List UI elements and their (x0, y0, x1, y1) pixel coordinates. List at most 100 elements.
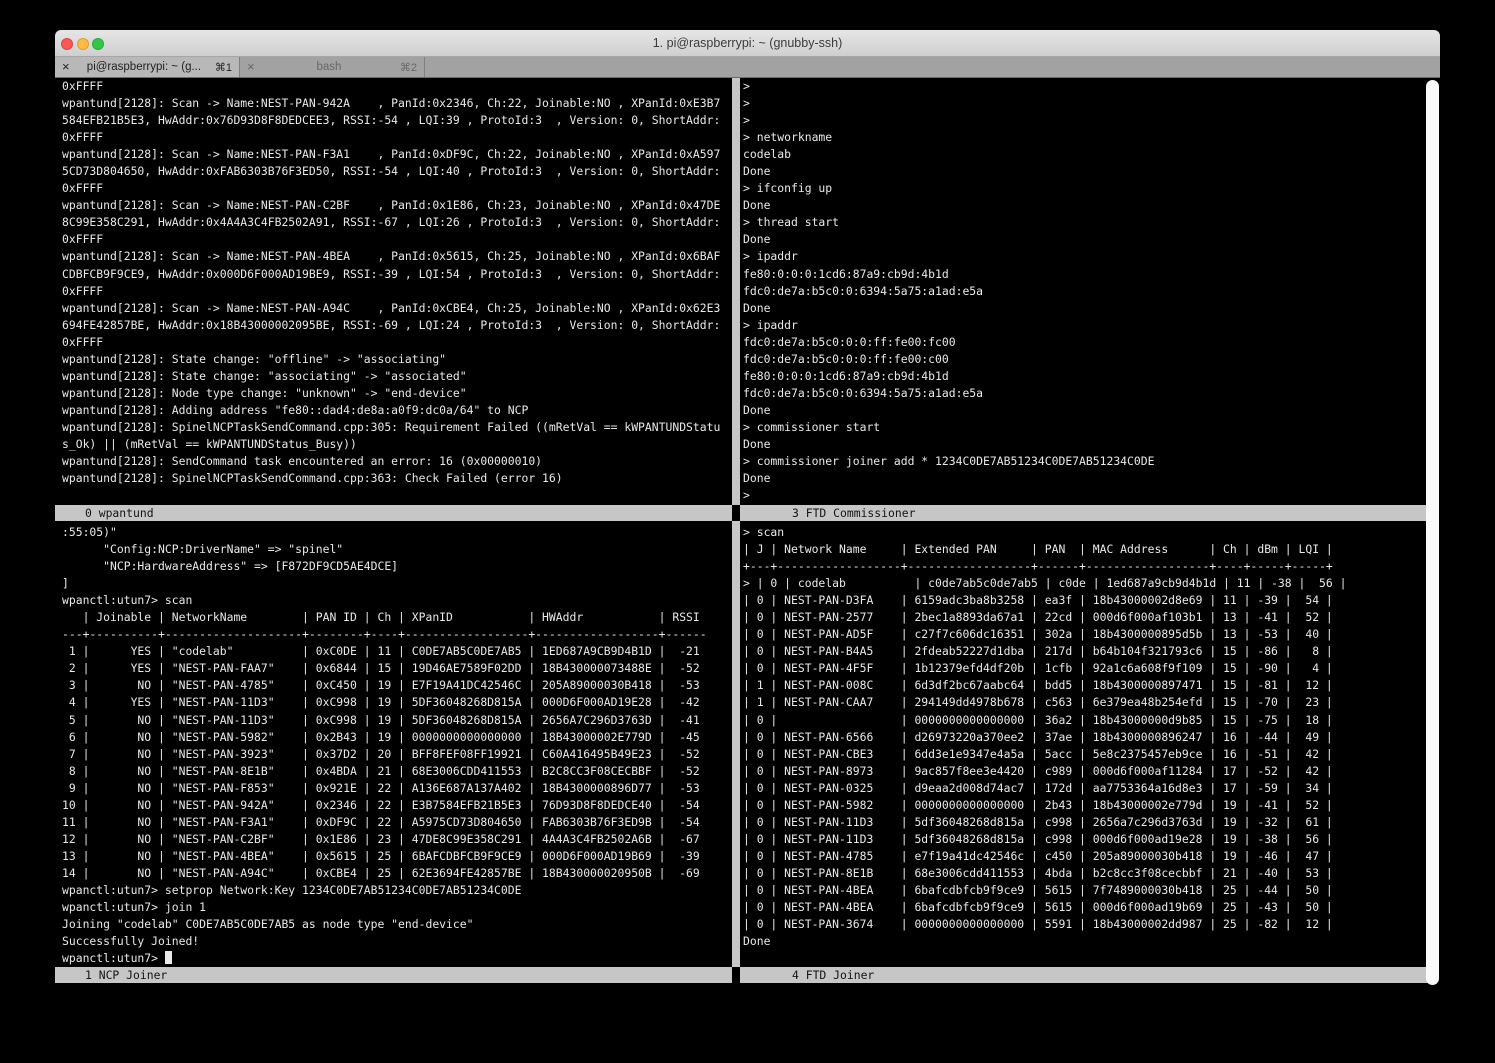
terminal-line: > ipaddr (743, 248, 1440, 265)
pane-status-ftd-joiner: 4 FTD Joiner (740, 967, 1437, 983)
terminal-line: | 0 | NEST-PAN-5982 | 0000000000000000 |… (743, 797, 1440, 814)
terminal-line: 8C99E358C291, HwAddr:0x4A4A3C4FB2502A91,… (62, 214, 732, 231)
terminal-line: fe80:0:0:0:1cd6:87a9:cb9d:4b1d (743, 368, 1440, 385)
close-tab-icon[interactable]: × (247, 57, 262, 77)
terminal-line: | 0 | NEST-PAN-11D3 | 5df36048268d815a |… (743, 831, 1440, 848)
terminal-line: 14 | NO | "NEST-PAN-A94C" | 0xCBE4 | 25 … (62, 865, 732, 882)
terminal-line: +---+------------------+----------------… (743, 558, 1440, 575)
prompt-line: wpanctl:utun7> (62, 950, 732, 967)
terminal-line: wpantund[2128]: Adding address "fe80::da… (62, 402, 732, 419)
terminal-line: | J | Network Name | Extended PAN | PAN … (743, 541, 1440, 558)
terminal-line: | 0 | NEST-PAN-CBE3 | 6dd3e1e9347e4a5a |… (743, 746, 1440, 763)
terminal-line: 2 | YES | "NEST-PAN-FAA7" | 0x6844 | 15 … (62, 660, 732, 677)
tab-shortcut: ⌘2 (400, 61, 417, 74)
tab-bar: × pi@raspberrypi: ~ (g... ⌘1 × bash ⌘2 (55, 57, 1440, 78)
terminal-line: ] (62, 575, 732, 592)
terminal-line: 13 | NO | "NEST-PAN-4BEA" | 0x5615 | 25 … (62, 848, 732, 865)
terminal-line: wpantund[2128]: SpinelNCPTaskSendCommand… (62, 470, 732, 487)
terminal-line: wpantund[2128]: Scan -> Name:NEST-PAN-A9… (62, 300, 732, 317)
terminal-line: fdc0:de7a:b5c0:0:6394:5a75:a1ad:e5a (743, 385, 1440, 402)
terminal-line: wpantund[2128]: SendCommand task encount… (62, 453, 732, 470)
terminal-line: wpantund[2128]: State change: "associati… (62, 368, 732, 385)
terminal-line: | 0 | NEST-PAN-6566 | d26973220a370ee2 |… (743, 729, 1440, 746)
terminal-line: 0xFFFF (62, 78, 732, 95)
terminal-line: | 0 | NEST-PAN-2577 | 2bec1a8893da67a1 |… (743, 609, 1440, 626)
terminal-line: wpantund[2128]: State change: "offline" … (62, 351, 732, 368)
terminal-line: > thread start (743, 214, 1440, 231)
terminal-line: | 0 | NEST-PAN-8E1B | 68e3006cdd411553 |… (743, 865, 1440, 882)
terminal-line: 1 | YES | "codelab" | 0xC0DE | 11 | C0DE… (62, 643, 732, 660)
terminal-line: | 1 | NEST-PAN-CAA7 | 294149dd4978b678 |… (743, 694, 1440, 711)
terminal-line: 12 | NO | "NEST-PAN-C2BF" | 0x1E86 | 23 … (62, 831, 732, 848)
terminal-cursor (165, 951, 172, 964)
terminal-line: 10 | NO | "NEST-PAN-942A" | 0x2346 | 22 … (62, 797, 732, 814)
terminal-line: :55:05)" (62, 524, 732, 541)
terminal-line: 0xFFFF (62, 334, 732, 351)
terminal-line: codelab (743, 146, 1440, 163)
terminal-line: > ipaddr (743, 317, 1440, 334)
terminal-line: 6 | NO | "NEST-PAN-5982" | 0x2B43 | 19 |… (62, 729, 732, 746)
close-tab-icon[interactable]: × (62, 57, 77, 77)
pane-ftd-commissioner[interactable]: >>>> networknamecodelabDone> ifconfig up… (740, 78, 1440, 505)
terminal-line: wpantund[2128]: Scan -> Name:NEST-PAN-C2… (62, 197, 732, 214)
terminal-line: wpantund[2128]: SpinelNCPTaskSendCommand… (62, 419, 732, 436)
terminal-line: wpantund[2128]: Scan -> Name:NEST-PAN-F3… (62, 146, 732, 163)
terminal-line: 4 | YES | "NEST-PAN-11D3" | 0xC998 | 19 … (62, 694, 732, 711)
terminal-line: Done (743, 300, 1440, 317)
terminal-content: 0xFFFFwpantund[2128]: Scan -> Name:NEST-… (55, 78, 1440, 1063)
terminal-line: | 0 | NEST-PAN-4785 | e7f19a41dc42546c |… (743, 848, 1440, 865)
terminal-line: 5CD73D804650, HwAddr:0xFAB6303B76F3ED50,… (62, 163, 732, 180)
pane-ftd-joiner[interactable]: > scan| J | Network Name | Extended PAN … (740, 524, 1440, 967)
terminal-line: | 1 | NEST-PAN-008C | 6d3df2bc67aabc64 |… (743, 677, 1440, 694)
terminal-line: > networkname (743, 129, 1440, 146)
terminal-line: > (743, 112, 1440, 129)
terminal-line: s_Ok) || (mRetVal == kWPANTUNDStatus_Bus… (62, 436, 732, 453)
terminal-line: wpanctl:utun7> scan (62, 592, 732, 609)
terminal-line: "NCP:HardwareAddress" => [F872DF9CD5AE4D… (62, 558, 732, 575)
terminal-line: CDBFCB9F9CE9, HwAddr:0x000D6F000AD19BE9,… (62, 266, 732, 283)
scrollbar-thumb[interactable] (1426, 80, 1439, 985)
terminal-line: Successfully Joined! (62, 933, 732, 950)
pane-divider-top[interactable] (732, 78, 740, 505)
terminal-line: fdc0:de7a:b5c0:0:0:ff:fe00:fc00 (743, 334, 1440, 351)
terminal-line: | 0 | NEST-PAN-0325 | d9eaa2d008d74ac7 |… (743, 780, 1440, 797)
tab-ssh-session[interactable]: × pi@raspberrypi: ~ (g... ⌘1 (55, 57, 240, 77)
pane-ncp-joiner[interactable]: :55:05)" "Config:NCP:DriverName" => "spi… (55, 524, 732, 967)
terminal-line: > commissioner joiner add * 1234C0DE7AB5… (743, 453, 1440, 470)
terminal-line: > (743, 487, 1440, 504)
terminal-line: 5 | NO | "NEST-PAN-11D3" | 0xC998 | 19 |… (62, 712, 732, 729)
terminal-line: | 0 | NEST-PAN-4BEA | 6bafcdbfcb9f9ce9 |… (743, 899, 1440, 916)
zoom-window-button[interactable] (92, 38, 104, 50)
close-window-button[interactable] (61, 38, 73, 50)
pane-divider-bottom[interactable] (732, 521, 740, 967)
terminal-line: 0xFFFF (62, 180, 732, 197)
terminal-line: wpantund[2128]: Scan -> Name:NEST-PAN-4B… (62, 248, 732, 265)
terminal-line: | 0 | NEST-PAN-4F5F | 1b12379efd4df20b |… (743, 660, 1440, 677)
tab-shortcut: ⌘1 (215, 61, 232, 74)
terminal-line: fdc0:de7a:b5c0:0:0:ff:fe00:c00 (743, 351, 1440, 368)
terminal-line: Joining "codelab" C0DE7AB5C0DE7AB5 as no… (62, 916, 732, 933)
terminal-line: Done (743, 933, 1440, 950)
pane-wpantund-log[interactable]: 0xFFFFwpantund[2128]: Scan -> Name:NEST-… (55, 78, 732, 505)
tab-bash[interactable]: × bash ⌘2 (240, 57, 425, 77)
tab-label: pi@raspberrypi: ~ (g... (77, 61, 211, 73)
terminal-line: wpanctl:utun7> join 1 (62, 899, 732, 916)
terminal-line: 0xFFFF (62, 129, 732, 146)
terminal-line: wpantund[2128]: Scan -> Name:NEST-PAN-94… (62, 95, 732, 112)
terminal-line: | 0 | NEST-PAN-B4A5 | 2fdeab52227d1dba |… (743, 643, 1440, 660)
terminal-line: 9 | NO | "NEST-PAN-F853" | 0x921E | 22 |… (62, 780, 732, 797)
terminal-line: | 0 | NEST-PAN-8973 | 9ac857f8ee3e4420 |… (743, 763, 1440, 780)
terminal-line: | 0 | NEST-PAN-11D3 | 5df36048268d815a |… (743, 814, 1440, 831)
terminal-line: | 0 | | 0000000000000000 | 36a2 | 18b430… (743, 712, 1440, 729)
terminal-line: fe80:0:0:0:1cd6:87a9:cb9d:4b1d (743, 266, 1440, 283)
terminal-line: Done (743, 470, 1440, 487)
terminal-line: 0xFFFF (62, 231, 732, 248)
terminal-line: 7 | NO | "NEST-PAN-3923" | 0x37D2 | 20 |… (62, 746, 732, 763)
terminal-line: Done (743, 402, 1440, 419)
minimize-window-button[interactable] (77, 38, 89, 50)
terminal-line: 694FE42857BE, HwAddr:0x18B43000002095BE,… (62, 317, 732, 334)
window-titlebar[interactable]: 1. pi@raspberrypi: ~ (gnubby-ssh) (55, 30, 1440, 57)
terminal-line: > ifconfig up (743, 180, 1440, 197)
terminal-line: Done (743, 436, 1440, 453)
terminal-line: > commissioner start (743, 419, 1440, 436)
